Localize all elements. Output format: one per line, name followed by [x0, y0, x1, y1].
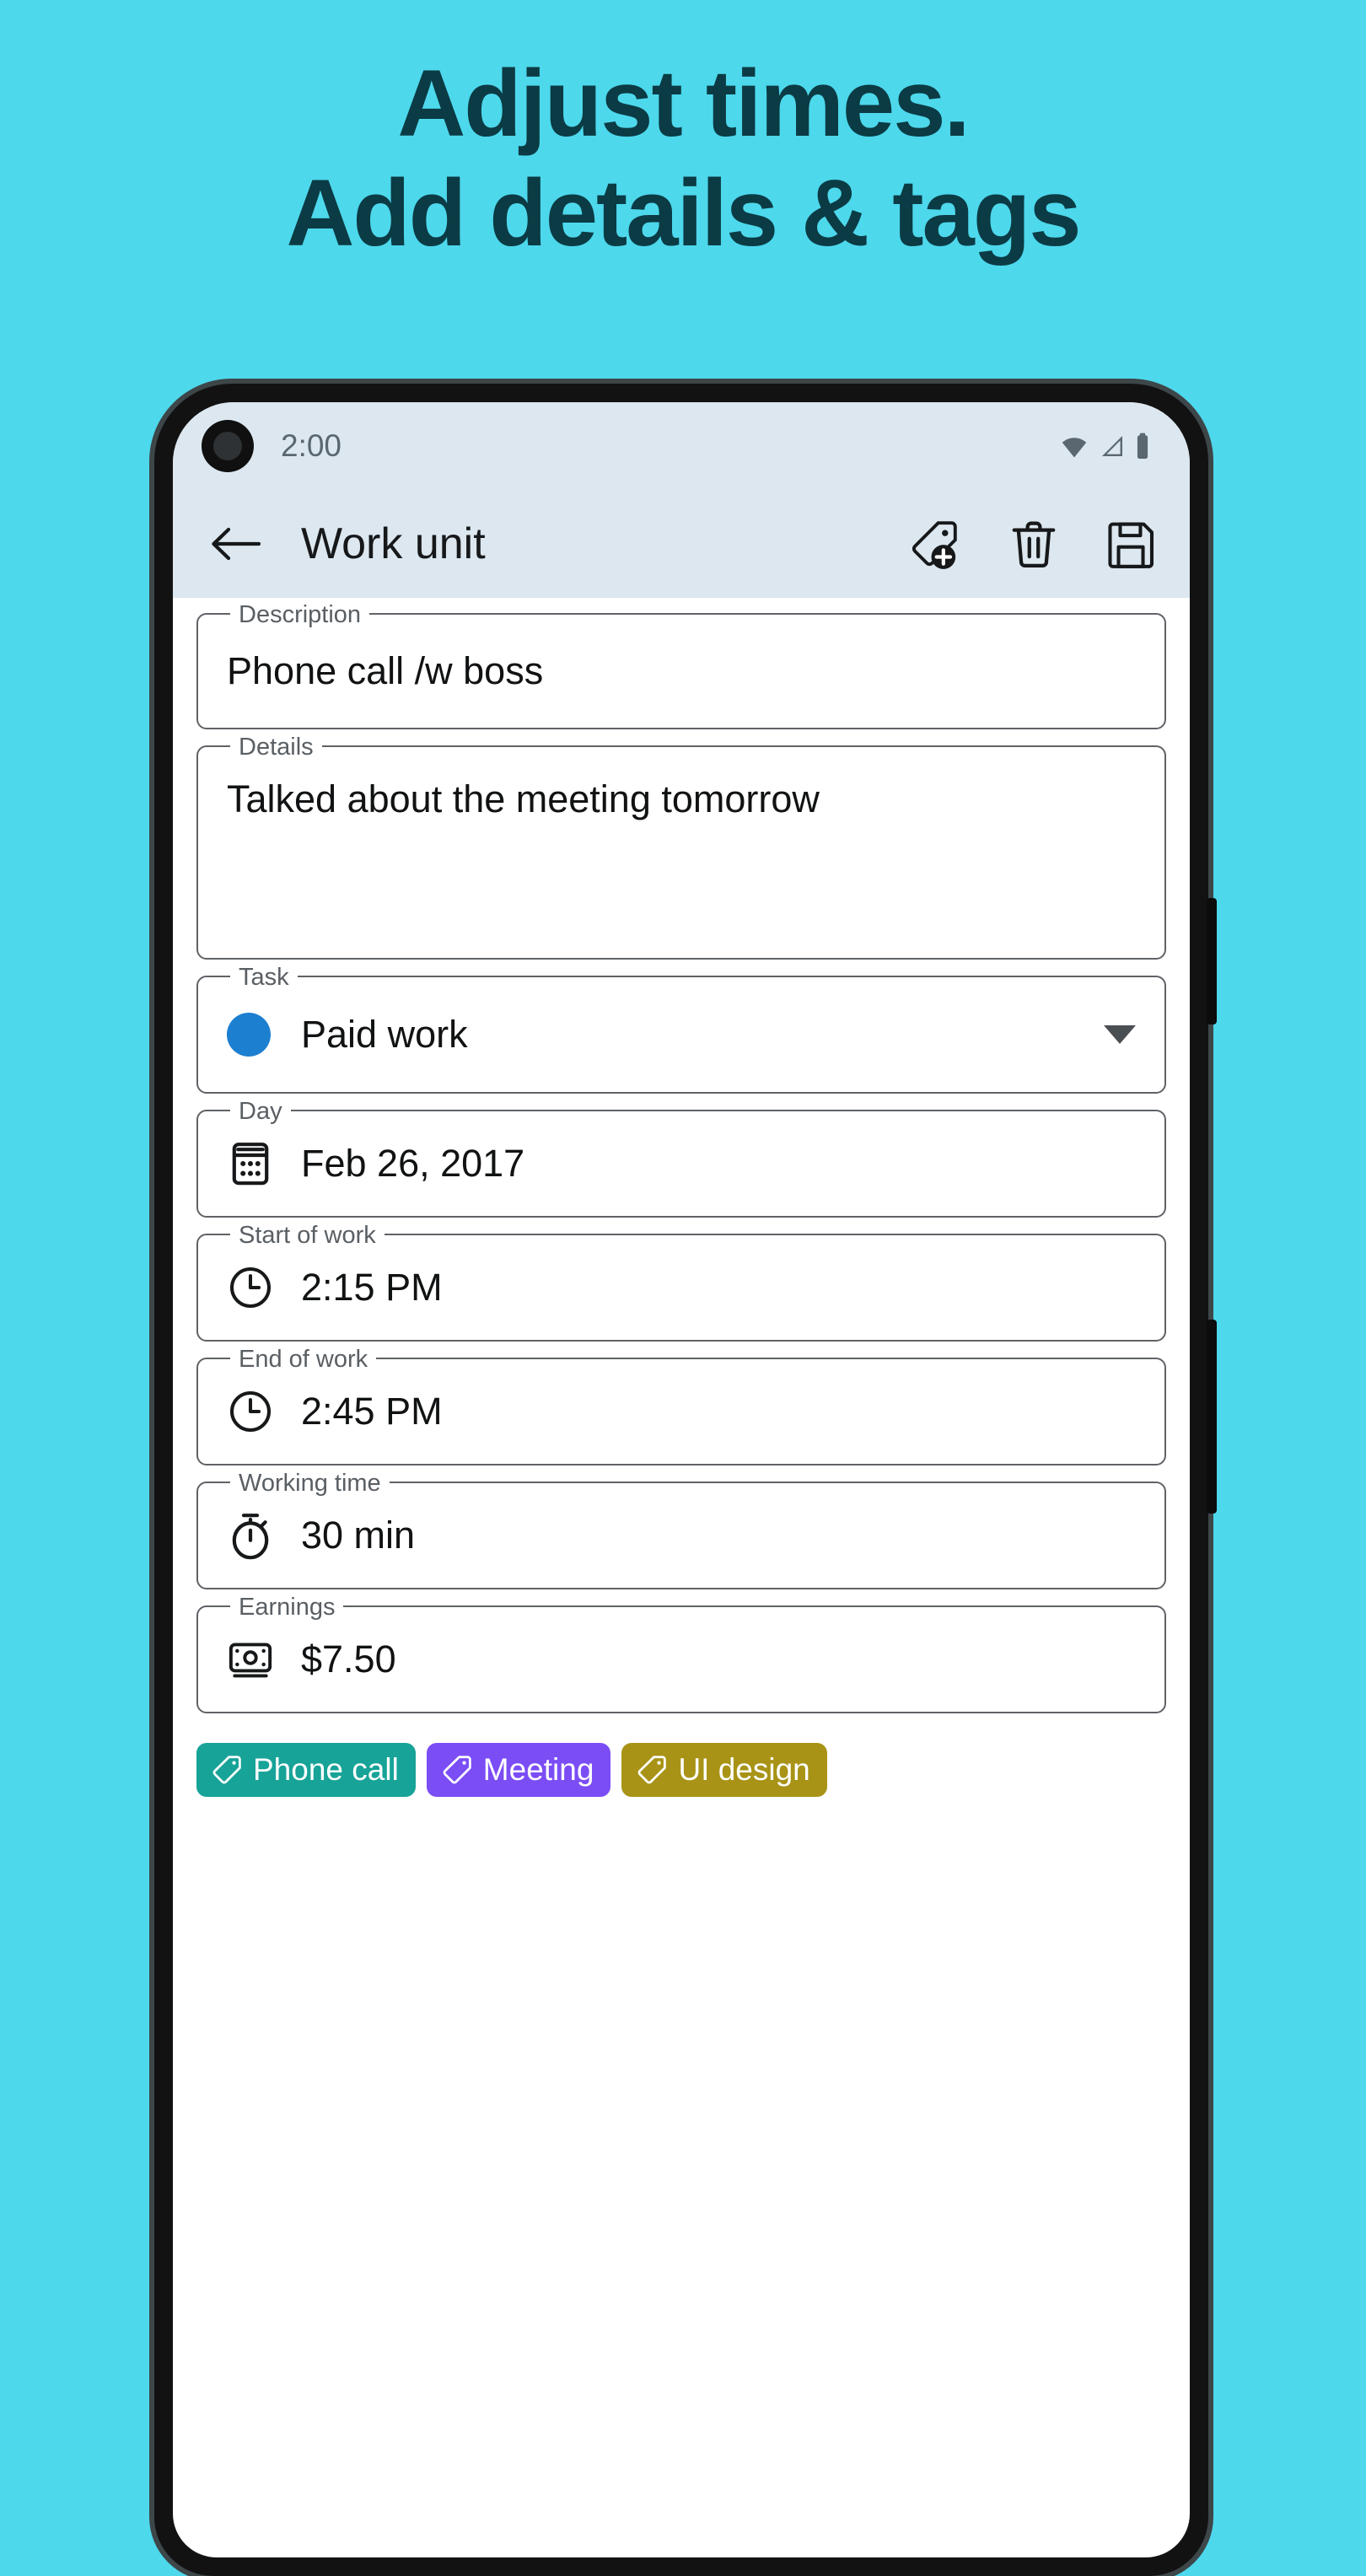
- stopwatch-icon: [227, 1511, 274, 1560]
- task-label: Task: [230, 964, 298, 991]
- page-title: Work unit: [301, 519, 486, 568]
- status-bar: 2:00: [173, 402, 1190, 490]
- tag-label: Phone call: [253, 1752, 399, 1787]
- end-of-work-field[interactable]: End of work 2:45 PM: [196, 1346, 1166, 1465]
- headline-line-1: Adjust times.: [397, 51, 970, 156]
- front-camera-punch-hole: [202, 420, 254, 472]
- tag-list: Phone call Meeting UI design: [173, 1729, 1190, 1797]
- description-field[interactable]: Description Phone call /w boss: [196, 601, 1166, 729]
- headline-line-2: Add details & tags: [286, 159, 1081, 266]
- back-arrow-icon[interactable]: [210, 523, 262, 565]
- phone-volume-button[interactable]: [1207, 898, 1217, 1024]
- status-bar-clock: 2:00: [281, 428, 342, 463]
- tag-chip[interactable]: UI design: [621, 1743, 827, 1797]
- app-bar-actions: [908, 518, 1156, 570]
- description-value: Phone call /w boss: [227, 649, 544, 692]
- end-of-work-label: End of work: [230, 1346, 377, 1373]
- task-color-dot: [227, 1013, 271, 1057]
- start-of-work-field[interactable]: Start of work 2:15 PM: [196, 1222, 1166, 1342]
- tag-icon: [636, 1754, 668, 1786]
- calendar-icon: [227, 1140, 274, 1187]
- tag-icon: [441, 1754, 473, 1786]
- details-label: Details: [230, 734, 322, 761]
- money-icon: [227, 1637, 274, 1682]
- tag-chip[interactable]: Meeting: [426, 1743, 611, 1797]
- earnings-value: $7.50: [301, 1638, 396, 1681]
- phone-power-button[interactable]: [1207, 1320, 1217, 1514]
- description-label: Description: [230, 601, 370, 628]
- working-time-field[interactable]: Working time 30 min: [196, 1470, 1166, 1589]
- delete-icon[interactable]: [1009, 518, 1058, 570]
- app-bar: Work unit: [173, 490, 1190, 598]
- clock-icon: [227, 1265, 274, 1310]
- tag-label: UI design: [678, 1752, 810, 1787]
- day-value: Feb 26, 2017: [301, 1142, 525, 1185]
- details-value: Talked about the meeting tomorrow: [227, 777, 820, 820]
- battery-icon: [1134, 433, 1151, 460]
- wifi-icon: [1058, 433, 1090, 459]
- start-of-work-value: 2:15 PM: [301, 1266, 443, 1309]
- working-time-value: 30 min: [301, 1514, 416, 1557]
- add-tag-icon[interactable]: [908, 518, 960, 570]
- status-bar-indicators: [1058, 433, 1151, 460]
- save-icon[interactable]: [1107, 519, 1156, 569]
- tag-label: Meeting: [482, 1752, 594, 1787]
- start-of-work-label: Start of work: [230, 1222, 385, 1249]
- working-time-label: Working time: [230, 1470, 390, 1497]
- tag-chip[interactable]: Phone call: [196, 1743, 416, 1797]
- day-field[interactable]: Day Feb 26, 2017: [196, 1098, 1166, 1218]
- phone-mockup: 2:00 Work unit Description Phone call /w…: [154, 384, 1217, 2576]
- clock-icon: [227, 1389, 274, 1434]
- task-field[interactable]: Task Paid work: [196, 964, 1166, 1094]
- chevron-down-icon[interactable]: [1104, 1025, 1136, 1044]
- details-field[interactable]: Details Talked about the meeting tomorro…: [196, 734, 1166, 960]
- earnings-label: Earnings: [230, 1594, 344, 1621]
- end-of-work-value: 2:45 PM: [301, 1390, 443, 1433]
- phone-screen: 2:00 Work unit Description Phone call /w…: [173, 402, 1190, 2557]
- empty-content-area: [173, 1797, 1190, 2235]
- work-unit-form: Description Phone call /w boss Details T…: [173, 598, 1190, 1713]
- earnings-field[interactable]: Earnings $7.50: [196, 1594, 1166, 1713]
- tag-icon: [211, 1754, 243, 1786]
- cellular-signal-icon: [1098, 433, 1127, 459]
- day-label: Day: [230, 1098, 291, 1125]
- task-value: Paid work: [301, 1013, 468, 1056]
- promo-headline: Adjust times. Add details & tags: [0, 49, 1366, 268]
